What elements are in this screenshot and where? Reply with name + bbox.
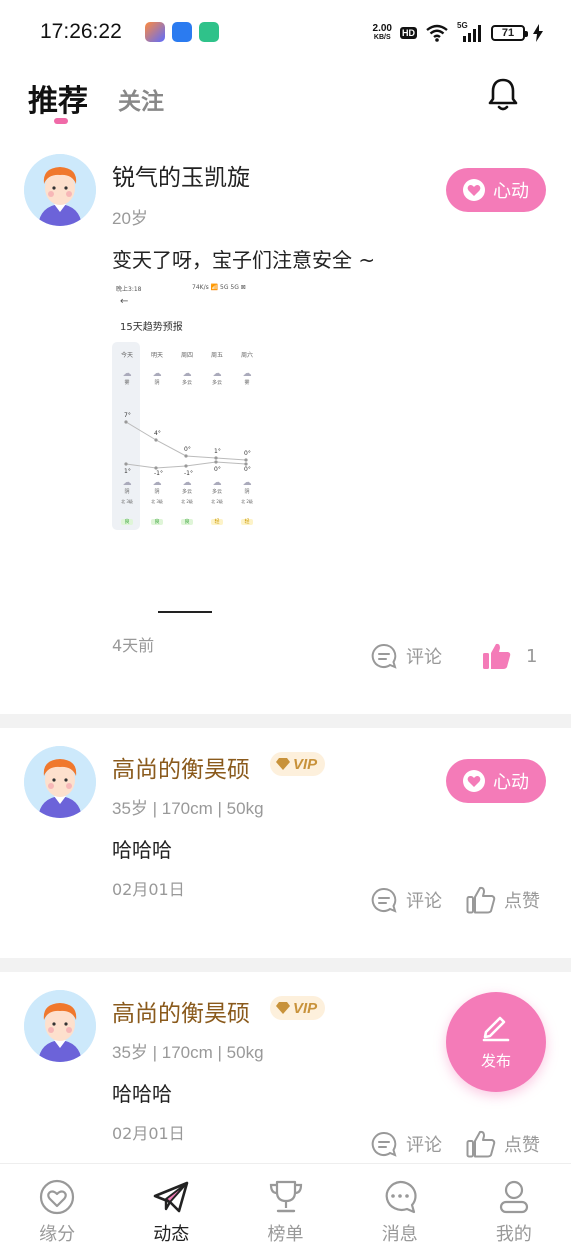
img-status-right: 74K/s 📶 5G 5G ⊠ [192,284,246,291]
heart-circle-icon [39,1179,75,1215]
thumbs-up-icon [466,886,496,914]
trophy-icon [269,1180,302,1213]
post-author-meta: 35岁 | 170cm | 50kg [112,1043,264,1062]
nav-item-moments[interactable]: 动态 [114,1164,228,1250]
tab-recommend[interactable]: 推荐 [28,76,88,120]
publish-label: 发布 [480,1052,511,1070]
chat-bubble-icon [385,1180,417,1214]
network-speed: 2.00 KB/S [372,23,392,42]
nav-item-mine[interactable]: 我的 [457,1164,571,1250]
shield-app-icon [172,22,192,42]
status-bar: 17:26:22 2.00 KB/S HD 5G 71 [0,0,571,66]
post-author-name[interactable]: 高尚的衡昊硕 [112,994,250,1028]
post-time: 4天前 [112,636,155,655]
comment-icon [371,887,397,913]
post-author-meta: 20岁 [112,209,148,228]
img-back-arrow: ← [120,296,129,307]
post-card[interactable]: 锐气的玉凯旋 20岁 心动 变天了呀，宝子们注意安全 ~ 晚上3:18 74K/… [0,130,571,714]
post-content: 哈哈哈 [112,838,172,862]
wifi-icon [426,24,448,42]
post-separator [0,714,571,728]
heart-button[interactable]: 心动 [446,759,546,803]
post-time: 02月01日 [112,1124,185,1143]
img-status-left: 晚上3:18 [116,286,142,293]
tab-follow[interactable]: 关注 [118,82,164,116]
post-author-meta: 35岁 | 170cm | 50kg [112,799,264,818]
post-image[interactable]: 晚上3:18 74K/s 📶 5G 5G ⊠ ← 15天趋势预报 今天 明天 周… [112,280,270,530]
vip-badge: VIP [270,996,326,1020]
post-content: 变天了呀，宝子们注意安全 ~ [112,248,376,272]
like-button[interactable]: 点赞 [466,1130,540,1158]
comment-button[interactable]: 评论 [370,642,442,670]
diamond-icon [276,1002,290,1014]
nav-item-fate[interactable]: 缘分 [0,1164,114,1250]
vip-badge: VIP [270,752,326,776]
img-title: 15天趋势预报 [120,322,183,333]
image-home-indicator [158,611,212,613]
publish-fab[interactable]: 发布 [446,992,546,1092]
signal-icon: 5G [457,21,483,42]
comment-icon [371,1131,397,1157]
tab-indicator [54,118,68,124]
bottom-nav: 缘分 动态 榜单 消息 我的 [0,1163,571,1250]
heart-button[interactable]: 心动 [446,168,546,212]
feed-header: 推荐 关注 [0,66,571,130]
avatar[interactable] [24,746,96,818]
hd-badge: HD [400,27,417,39]
heart-icon [463,770,485,792]
battery-icon: 71 [491,25,528,41]
wallet-app-icon [199,22,219,42]
diamond-icon [276,758,290,770]
post-separator [0,958,571,972]
comment-button[interactable]: 评论 [370,886,442,914]
post-content: 哈哈哈 [112,1082,172,1106]
comment-icon [371,643,397,669]
nav-item-ranking[interactable]: 榜单 [228,1164,342,1250]
like-button[interactable]: 点赞 [466,886,540,914]
post-author-name[interactable]: 高尚的衡昊硕 [112,750,250,784]
person-icon [499,1180,529,1214]
post-author-name[interactable]: 锐气的玉凯旋 [112,158,250,192]
nav-item-messages[interactable]: 消息 [343,1164,457,1250]
thumbs-up-icon [483,643,511,669]
img-forecast-bottom: ☁ ☁ ☁ ☁ ☁ 阴 阴 多云 多云 阴 北 3级 北 3级 北 2级 北 2级 北 … [121,478,253,525]
thumbs-up-icon [466,1130,496,1158]
post-time: 02月01日 [112,880,185,899]
status-time: 17:26:22 [40,20,122,43]
avatar[interactable] [24,990,96,1062]
paper-plane-icon [153,1181,189,1213]
bell-icon[interactable] [486,76,520,112]
img-forecast-grid: 今天 明天 周四 周五 周六 ☁ ☁ ☁ ☁ ☁ 雾 阴 多云 多云 雾 [120,352,253,386]
post-card[interactable]: 高尚的衡昊硕 VIP 35岁 | 170cm | 50kg 心动 哈哈哈 02月… [0,728,571,958]
avatar[interactable] [24,154,96,226]
app-notification-icon [145,22,165,42]
heart-icon [463,179,485,201]
like-button[interactable]: 1 [482,642,537,670]
pencil-icon [482,1016,510,1042]
status-indicators: 2.00 KB/S HD 5G 71 [372,21,543,44]
charging-icon [533,24,543,42]
comment-button[interactable]: 评论 [370,1130,442,1158]
